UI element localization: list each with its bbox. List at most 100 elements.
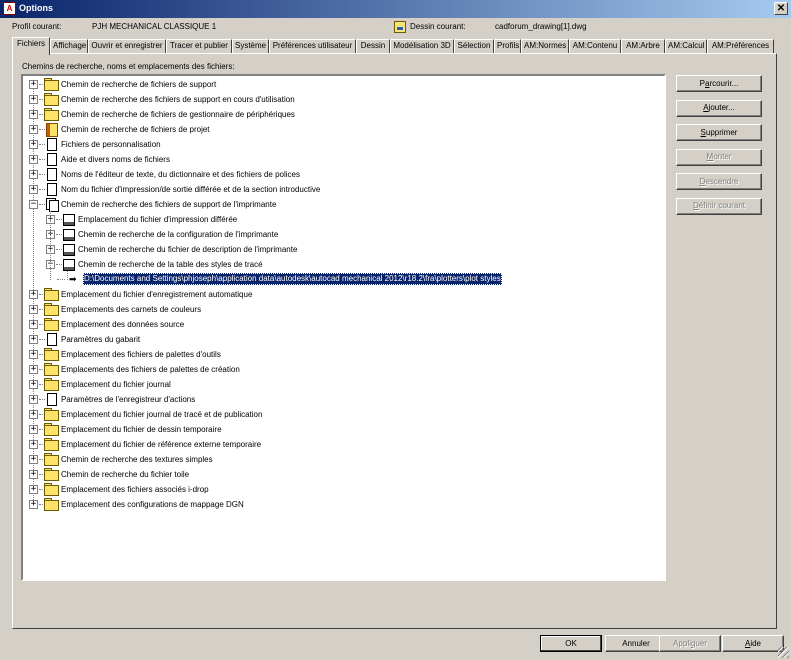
browse-button[interactable]: Parcourir... [676,75,762,92]
tab-am-pr-f-rences[interactable]: AM:Préférences [707,39,774,54]
expand-icon[interactable]: + [29,95,38,104]
tree-item[interactable]: + Chemin de recherche du fichier de descr… [23,242,663,257]
tree-item[interactable]: + Emplacement des fichiers de palettes d'… [23,347,663,362]
tab-mod-lisation-3d[interactable]: Modélisation 3D [390,39,454,54]
tab-profils[interactable]: Profils [494,39,521,54]
expand-icon[interactable]: + [29,500,38,509]
apply-button[interactable]: Appliquer [659,635,721,652]
file-icon [44,183,58,196]
expand-icon[interactable]: + [29,485,38,494]
expand-icon[interactable]: + [29,365,38,374]
expand-icon[interactable]: + [29,140,38,149]
tree-item-label: Aide et divers noms de fichiers [61,155,170,164]
expand-icon[interactable]: + [29,320,38,329]
expand-icon[interactable]: + [29,425,38,434]
expand-icon[interactable]: + [29,305,38,314]
tree-item[interactable]: − Chemin de recherche de la table des sty… [23,257,663,272]
close-button[interactable]: ✕ [774,2,788,15]
expand-icon[interactable]: + [29,410,38,419]
tab-tracer-et-publier[interactable]: Tracer et publier [166,39,232,54]
tree-item[interactable]: + Chemin de recherche de fichiers de proj… [23,122,663,137]
tab-dessin[interactable]: Dessin [356,39,390,54]
expand-icon[interactable]: + [29,440,38,449]
tab-pr-f-rences-utilisateur[interactable]: Préférences utilisateur [269,39,356,54]
expand-icon[interactable]: + [29,470,38,479]
tree-item[interactable]: ➡ D:\Documents and Settings\phjoseph\appl… [23,272,663,287]
tab-syst-me[interactable]: Système [232,39,269,54]
tree-item[interactable]: + Noms de l'éditeur de texte, du dictionn… [23,167,663,182]
tab-affichage[interactable]: Affichage [50,39,88,54]
remove-button[interactable]: Supprimer [676,124,762,141]
expand-icon[interactable]: + [29,350,38,359]
file-icon [44,153,58,166]
folder-icon [44,378,59,391]
selected-path-value[interactable]: D:\Documents and Settings\phjoseph\appli… [83,273,502,285]
add-button[interactable]: Ajouter... [676,99,762,117]
tree-item[interactable]: + Chemin de recherche de fichiers de supp… [23,77,663,92]
tree-item[interactable]: + Emplacements des fichiers de palettes d… [23,362,663,377]
move-up-button[interactable]: Monter [676,148,762,166]
profile-info-bar: Profil courant: PJH MECHANICAL CLASSIQUE… [0,21,791,34]
tab-am-contenu[interactable]: AM:Contenu [569,39,621,54]
tree-item[interactable]: + Emplacements des carnets de couleurs [23,302,663,317]
tree-item[interactable]: + Emplacement du fichier d'impression dif… [23,212,663,227]
collapse-icon[interactable]: − [29,200,38,209]
move-down-button[interactable]: Descendre [676,173,762,190]
cancel-button[interactable]: Annuler [605,635,667,652]
tree-item[interactable]: + Chemin de recherche de la configuration… [23,227,663,242]
file-icon [44,393,58,406]
tree-item-label: Emplacement des données source [61,320,185,329]
tree-item[interactable]: + Emplacement du fichier journal [23,377,663,392]
tab-am-normes[interactable]: AM:Normes [521,39,569,54]
expand-icon[interactable]: + [29,155,38,164]
expand-icon[interactable]: + [29,110,38,119]
tree-item[interactable]: + Emplacement du fichier de dessin tempor… [23,422,663,437]
expand-icon[interactable]: + [29,290,38,299]
tree-item[interactable]: + Emplacement du fichier journal de tracé… [23,407,663,422]
tree-item[interactable]: + Emplacement des données source [23,317,663,332]
folder-icon [44,408,59,421]
accelerator-key: S [700,127,706,137]
expand-icon[interactable]: + [29,80,38,89]
tree-item-label: Emplacement du fichier d'enregistrement … [61,290,253,299]
tree-item[interactable]: + Paramètres de l'enregistreur d'actions [23,392,663,407]
accelerator-key: A [744,638,751,648]
tree-item[interactable]: + Chemin de recherche de fichiers de gest… [23,107,663,122]
tree-item[interactable]: + Chemin de recherche des textures simple… [23,452,663,467]
tree-item[interactable]: + Chemin de recherche des fichiers de sup… [23,92,663,107]
tree-item[interactable]: + Emplacement du fichier d'enregistrement… [23,287,663,302]
expand-icon[interactable]: + [29,455,38,464]
tab-s-lection[interactable]: Sélection [454,39,494,54]
tab-ouvrir-et-enregistrer[interactable]: Ouvrir et enregistrer [88,39,166,54]
tree-guide-line [50,211,51,280]
tree-item-label: Emplacement du fichier journal [61,380,171,389]
title-bar: A Options ✕ [0,0,791,18]
tree-item[interactable]: + Emplacement du fichier de référence ext… [23,437,663,452]
tree-item[interactable]: + Emplacement des fichiers associés i-dro… [23,482,663,497]
tab-am-calcul[interactable]: AM:Calcul [665,39,707,54]
expand-icon[interactable]: + [29,335,38,344]
file-paths-tree[interactable]: + Chemin de recherche de fichiers de supp… [21,74,666,581]
tree-item[interactable]: + Chemin de recherche du fichier toile [23,467,663,482]
expand-icon[interactable]: + [29,125,38,134]
tab-fichiers[interactable]: Fichiers [12,37,50,55]
expand-icon[interactable]: + [29,170,38,179]
tree-item[interactable]: + Aide et divers noms de fichiers [23,152,663,167]
project-icon [44,123,58,137]
tree-item[interactable]: + Nom du fichier d'impression/de sortie d… [23,182,663,197]
tab-am-arbre[interactable]: AM:Arbre [621,39,665,54]
autocad-app-icon[interactable]: A [3,2,16,15]
tree-item-label: Fichiers de personnalisation [61,140,161,149]
tree-item[interactable]: + Fichiers de personnalisation [23,137,663,152]
expand-icon[interactable]: + [29,380,38,389]
help-button[interactable]: Aide [722,635,784,652]
resize-grip[interactable] [778,647,789,658]
ok-button[interactable]: OK [540,635,602,652]
expand-icon[interactable]: + [29,395,38,404]
tree-item[interactable]: − Chemin de recherche des fichiers de sup… [23,197,663,212]
set-current-button[interactable]: Définir courant [676,197,762,215]
tree-item[interactable]: + Paramètres du gabarit [23,332,663,347]
tree-item[interactable]: + Emplacement des configurations de mappa… [23,497,663,512]
folder-icon [44,303,59,316]
expand-icon[interactable]: + [29,185,38,194]
